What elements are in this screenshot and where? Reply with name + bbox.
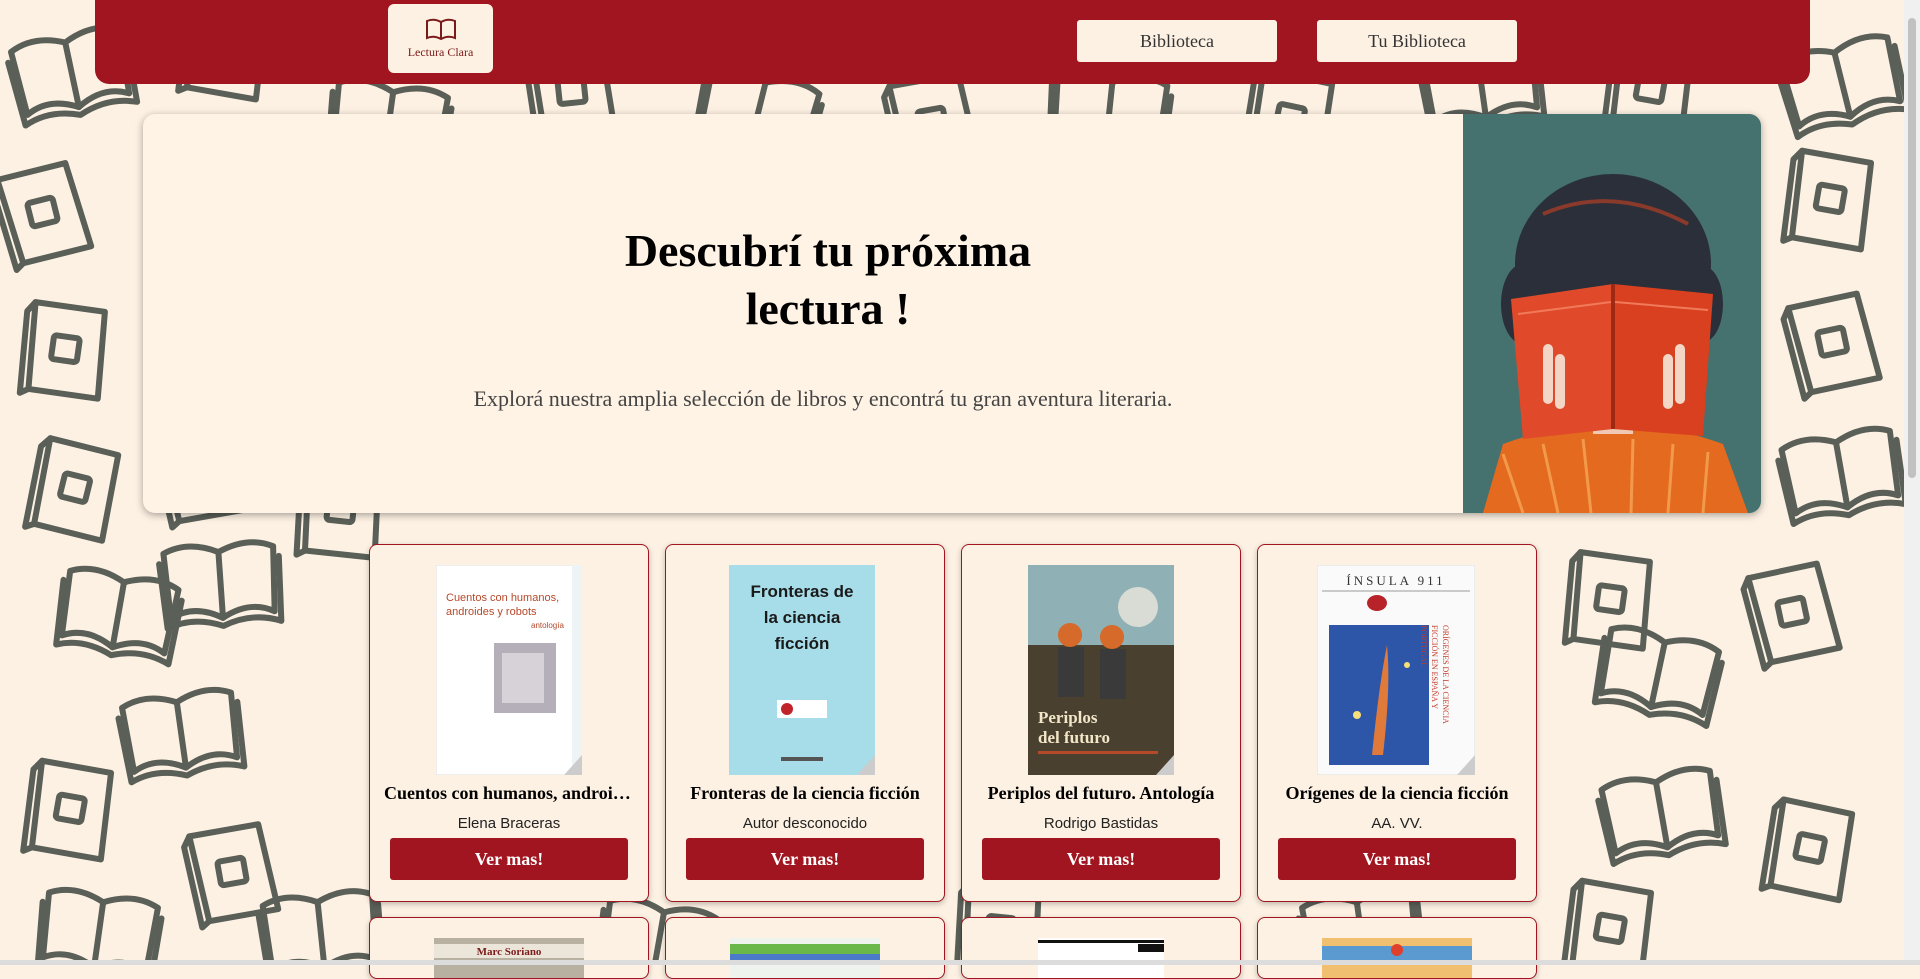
cover-line: PORTUGAL	[1419, 625, 1428, 667]
hero-title-line1: Descubrí tu próxima	[624, 225, 1032, 276]
book-cover-image[interactable]	[1038, 938, 1164, 978]
pattern-book-icon	[115, 687, 248, 786]
cover-line: Cuentos con humanos,	[446, 592, 559, 604]
top-navbar: Lectura Clara Biblioteca Tu Biblioteca	[95, 0, 1810, 84]
pattern-book-icon	[1740, 560, 1843, 672]
ver-mas-button[interactable]: Ver mas!	[686, 838, 924, 880]
book-cover-image[interactable]: Cuentos con humanos, androides y robots …	[436, 565, 582, 775]
open-book-icon	[425, 18, 456, 41]
cover-line: ORÍGENES DE LA CIENCIA	[1441, 625, 1451, 724]
book-card: Fronteras de la ciencia ficción Frontera…	[665, 544, 945, 902]
book-title: Cuentos con humanos, androides y robots	[384, 783, 634, 803]
book-cover-image[interactable]: Marc Soriano	[434, 938, 584, 978]
hero-title-line2: lectura !	[745, 283, 911, 334]
book-card	[665, 917, 945, 979]
book-author: Rodrigo Bastidas	[1043, 815, 1159, 832]
cover-line: Periplos	[1038, 708, 1098, 727]
pattern-book-icon	[1591, 624, 1725, 729]
ver-mas-button[interactable]: Ver mas!	[1278, 838, 1516, 880]
book-cover-image[interactable]	[730, 938, 880, 978]
book-cover-image[interactable]: ÍNSULA 911 ORÍGENES DE LA CIENCIA FICCIÓ…	[1317, 565, 1475, 775]
book-cover-image[interactable]: Fronteras de la ciencia ficción	[729, 565, 875, 775]
cover-line: Marc Soriano	[477, 946, 542, 958]
ver-mas-button[interactable]: Ver mas!	[390, 838, 628, 880]
pattern-book-icon	[20, 757, 115, 863]
pattern-book-icon	[22, 435, 122, 544]
pattern-book-icon	[1775, 425, 1909, 527]
logo[interactable]: Lectura Clara	[388, 4, 493, 73]
book-card: Periplos del futuro Periplos del futuro.…	[961, 544, 1241, 902]
book-cover-image[interactable]: Periplos del futuro	[1028, 565, 1174, 775]
book-card: Marc Soriano	[369, 917, 649, 979]
cover-line: la ciencia	[764, 608, 841, 627]
cover-line: ficción	[775, 634, 830, 653]
book-title: Orígenes de la ciencia ficción	[1285, 783, 1509, 803]
cover-line: Fronteras de	[751, 582, 854, 601]
scrollbar-thumb[interactable]	[1908, 18, 1916, 478]
book-title: Periplos del futuro. Antología	[987, 783, 1215, 803]
hero-title: Descubrí tu próxima lectura !	[563, 222, 1093, 338]
book-card	[961, 917, 1241, 979]
hero-illustration-reading-woman	[1463, 114, 1761, 513]
hero-banner: Descubrí tu próxima lectura ! Explorá nu…	[143, 114, 1761, 513]
pattern-book-icon	[16, 299, 108, 402]
pattern-book-icon	[1758, 796, 1856, 904]
cover-line: antología	[531, 621, 564, 630]
book-cover-image[interactable]	[1322, 938, 1472, 978]
pattern-book-icon	[255, 888, 386, 965]
book-card: Cuentos con humanos, androides y robots …	[369, 544, 649, 902]
book-title: Fronteras de la ciencia ficción	[690, 783, 920, 803]
vertical-scrollbar[interactable]	[1904, 0, 1920, 965]
logo-text: Lectura Clara	[407, 45, 474, 59]
pattern-book-icon	[1560, 877, 1655, 965]
horizontal-scrollbar[interactable]	[0, 960, 1920, 965]
cover-line: androides y robots	[446, 606, 537, 618]
book-author: Autor desconocido	[742, 815, 868, 832]
book-card: ÍNSULA 911 ORÍGENES DE LA CIENCIA FICCIÓ…	[1257, 544, 1537, 902]
nav-tu-biblioteca-button[interactable]: Tu Biblioteca	[1317, 20, 1517, 62]
book-card	[1257, 917, 1537, 979]
pattern-book-icon	[1780, 290, 1883, 402]
cover-line: del futuro	[1038, 728, 1110, 747]
ver-mas-button[interactable]: Ver mas!	[982, 838, 1220, 880]
cover-line: FICCIÓN EN ESPAÑA Y	[1430, 625, 1440, 709]
book-author: AA. VV.	[1371, 815, 1423, 832]
pattern-book-icon	[34, 887, 165, 965]
book-author: Elena Braceras	[457, 815, 561, 832]
nav-biblioteca-button[interactable]: Biblioteca	[1077, 20, 1277, 62]
cover-line: ÍNSULA 911	[1346, 573, 1445, 588]
pattern-book-icon	[1595, 765, 1729, 867]
pattern-book-icon	[0, 160, 95, 273]
pattern-book-icon	[1780, 147, 1875, 253]
hero-subtitle: Explorá nuestra amplia selección de libr…	[473, 386, 1173, 411]
